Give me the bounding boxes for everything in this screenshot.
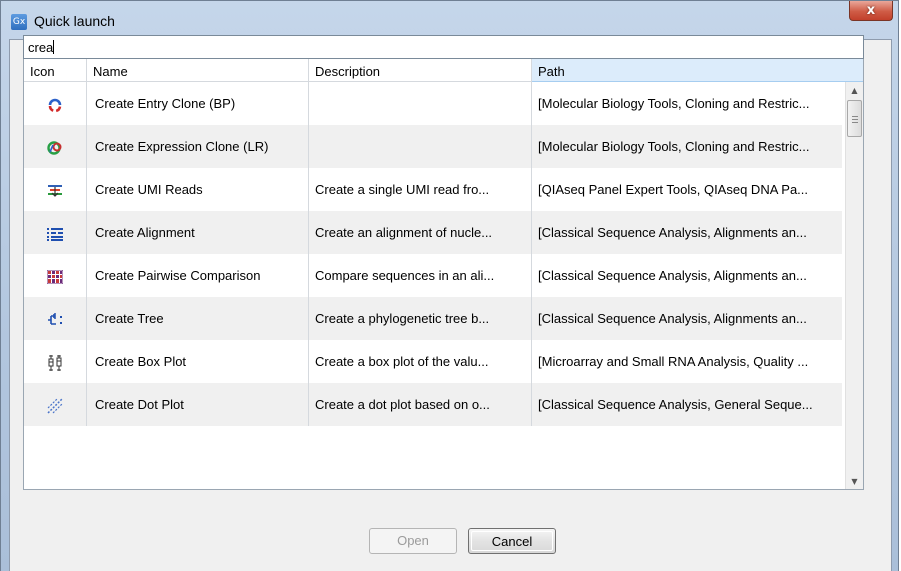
row-path: [Molecular Biology Tools, Cloning and Re… [538,96,810,111]
row-description: Create a single UMI read fro... [309,168,532,211]
table-row[interactable]: Create Pairwise Comparison Compare seque… [24,254,842,297]
umi-reads-icon [48,184,62,197]
cloning-bp-icon [48,98,62,112]
row-icon-cell [24,211,87,254]
row-description: Create a phylogenetic tree b... [309,297,532,340]
row-description: Create an alignment of nucle... [309,211,532,254]
column-header-icon[interactable]: Icon [24,59,87,82]
row-name: Create UMI Reads [87,168,309,211]
text-caret [53,40,55,54]
table-row[interactable]: Create Entry Clone (BP) [Molecular Biolo… [24,82,842,125]
quick-launch-window: Gx Quick launch x crea Icon Name Descrip… [0,0,899,571]
window-title: Quick launch [34,13,115,29]
row-description: Create a box plot of the valu... [309,340,532,383]
row-icon-cell [24,297,87,340]
table-row[interactable]: Create UMI Reads Create a single UMI rea… [24,168,842,211]
row-icon-cell [24,168,87,211]
row-path: [Classical Sequence Analysis, General Se… [538,397,813,412]
vertical-scrollbar[interactable]: ▲ ▼ [845,82,863,489]
row-description: Create a dot plot based on o... [309,383,532,426]
thumb-grip-line [852,116,858,117]
cancel-button-label: Cancel [471,531,553,551]
column-header-description[interactable]: Description [309,59,532,82]
app-logo-icon: Gx [11,14,27,30]
thumb-grip-line [852,119,858,120]
alignment-icon [47,227,63,241]
table-row[interactable]: Create Tree Create a phylogenetic tree b… [24,297,842,340]
thumb-grip-line [852,122,858,123]
search-value: crea [28,40,54,55]
tree-icon [48,312,62,325]
row-icon-cell [24,125,87,168]
row-name: Create Expression Clone (LR) [87,125,309,168]
row-path: [Microarray and Small RNA Analysis, Qual… [538,354,809,369]
row-name: Create Box Plot [87,340,309,383]
close-button[interactable]: x [849,1,893,21]
row-description [309,82,532,125]
row-path: [Molecular Biology Tools, Cloning and Re… [538,139,810,154]
row-icon-cell [24,254,87,297]
open-button[interactable]: Open [369,528,457,554]
table-row[interactable]: Create Expression Clone (LR) [Molecular … [24,125,842,168]
row-icon-cell [24,340,87,383]
open-button-label: Open [397,533,429,548]
results-table[interactable]: Icon Name Description Path Create Entry … [23,59,864,490]
column-header-path[interactable]: Path [532,59,863,82]
scroll-up-arrow-icon[interactable]: ▲ [846,82,863,99]
table-row[interactable]: Create Dot Plot Create a dot plot based … [24,383,842,426]
search-input[interactable]: crea [23,35,864,59]
column-header-name[interactable]: Name [87,59,309,82]
row-path: [Classical Sequence Analysis, Alignments… [538,311,807,326]
table-row[interactable]: Create Alignment Create an alignment of … [24,211,842,254]
pairwise-comparison-icon [47,269,63,284]
row-icon-cell [24,82,87,125]
row-icon-cell [24,383,87,426]
dot-plot-icon [47,398,63,414]
row-path: [Classical Sequence Analysis, Alignments… [538,225,807,240]
table-row[interactable]: Create Box Plot Create a box plot of the… [24,340,842,383]
row-name: Create Alignment [87,211,309,254]
row-description [309,125,532,168]
box-plot-icon [48,354,62,371]
scroll-down-arrow-icon[interactable]: ▼ [846,473,863,489]
row-name: Create Tree [87,297,309,340]
row-name: Create Pairwise Comparison [87,254,309,297]
scrollbar-thumb[interactable] [847,100,862,137]
title-bar[interactable]: Gx Quick launch x [1,1,898,39]
row-path: [Classical Sequence Analysis, Alignments… [538,268,807,283]
cloning-lr-icon [47,140,62,155]
cancel-button[interactable]: Cancel [468,528,556,554]
row-name: Create Entry Clone (BP) [87,82,309,125]
row-path: [QIAseq Panel Expert Tools, QIAseq DNA P… [538,182,809,197]
row-description: Compare sequences in an ali... [309,254,532,297]
row-name: Create Dot Plot [87,383,309,426]
